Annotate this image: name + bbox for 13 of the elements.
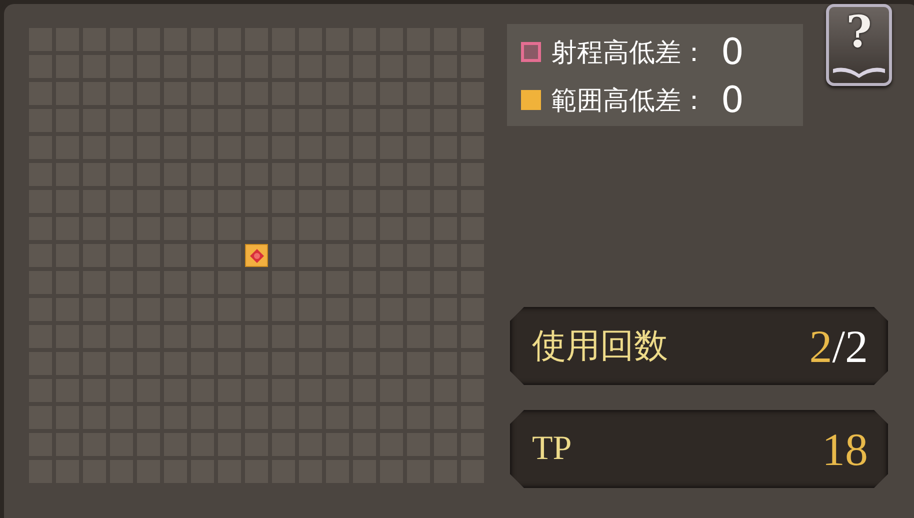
stat-max: 2 bbox=[845, 320, 868, 372]
diamond-icon bbox=[250, 248, 264, 262]
help-button[interactable]: ? bbox=[826, 4, 892, 86]
stat-value: 18 bbox=[822, 422, 868, 476]
book-icon bbox=[832, 65, 886, 79]
legend-label: 範囲高低差： bbox=[551, 84, 707, 118]
stat-label: TP bbox=[532, 430, 572, 468]
stat-label: 使用回数 bbox=[532, 327, 668, 367]
legend-label: 射程高低差： bbox=[551, 36, 707, 70]
legend-value: 0 bbox=[721, 32, 744, 72]
stat-separator: / bbox=[832, 320, 845, 372]
legend-value: 0 bbox=[721, 80, 744, 120]
stat-value: 2 bbox=[809, 320, 832, 372]
